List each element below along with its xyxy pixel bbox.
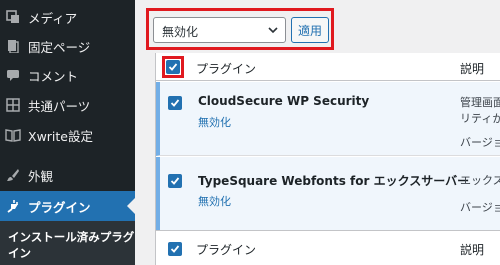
blocks-icon [4, 96, 22, 114]
plugin-version: バージョ [460, 201, 500, 214]
sidebar-item-label: プラグイン [28, 199, 91, 215]
column-footer-plugin[interactable]: プラグイン [196, 241, 256, 258]
book-icon [4, 126, 22, 144]
plugin-name: TypeSquare Webfonts for エックスサーバー [198, 174, 470, 188]
column-header-plugin[interactable]: プラグイン [196, 60, 256, 77]
plugin-version: バージョ [460, 136, 500, 149]
comment-icon [4, 66, 22, 84]
sidebar-item-label: Xwrite設定 [28, 128, 93, 144]
plugin-description: 管理画面 [460, 96, 500, 109]
submenu-installed-plugins[interactable]: インストール済みプラグイン [0, 221, 135, 265]
sidebar-item-appearance[interactable]: 外観 [0, 160, 135, 190]
sidebar-item-common-parts[interactable]: 共通パーツ [0, 90, 135, 120]
apply-button[interactable]: 適用 [291, 17, 329, 43]
bulk-action-selected: 無効化 [162, 25, 199, 39]
media-icon [4, 8, 22, 26]
sidebar-item-label: メディア [28, 10, 78, 26]
plugin-description: エックス [460, 174, 500, 187]
active-indicator [127, 198, 135, 214]
row-checkbox[interactable] [168, 96, 182, 110]
admin-sidebar: メディア 固定ページ コメント 共通パーツ Xwrite設定 外観 プラグイン … [0, 0, 135, 265]
sidebar-item-label: 外観 [28, 168, 54, 184]
plugins-table: プラグイン 説明 CloudSecure WP Security 無効化 管理画… [155, 53, 500, 265]
sidebar-item-xwrite-settings[interactable]: Xwrite設定 [0, 120, 135, 150]
sidebar-item-label: 固定ページ [28, 39, 91, 55]
sidebar-item-media[interactable]: メディア [0, 2, 135, 32]
sidebar-item-pages[interactable]: 固定ページ [0, 31, 135, 61]
table-header: プラグイン 説明 [156, 53, 500, 81]
select-all-checkbox[interactable] [166, 60, 180, 74]
row-checkbox[interactable] [168, 174, 182, 188]
deactivate-link[interactable]: 無効化 [198, 193, 231, 209]
plugin-name: CloudSecure WP Security [198, 94, 370, 108]
column-header-description: 説明 [460, 62, 485, 76]
bulk-action-select[interactable]: 無効化 [153, 17, 286, 43]
plugin-description: リティか [460, 112, 500, 125]
chevron-down-icon [267, 24, 279, 39]
table-footer: プラグイン 説明 [156, 230, 500, 265]
deactivate-link[interactable]: 無効化 [198, 114, 231, 130]
column-footer-description: 説明 [460, 243, 485, 257]
sidebar-item-label: 共通パーツ [28, 98, 91, 114]
page-icon [4, 37, 22, 55]
sidebar-item-plugins[interactable]: プラグイン [0, 191, 135, 221]
table-row: CloudSecure WP Security 無効化 管理画面 リティか バー… [156, 82, 500, 156]
sidebar-item-label: コメント [28, 68, 79, 84]
select-all-checkbox-footer[interactable] [168, 242, 182, 256]
brush-icon [4, 166, 22, 184]
plugin-icon [4, 197, 22, 215]
table-row: TypeSquare Webfonts for エックスサーバー 無効化 エック… [156, 157, 500, 230]
sidebar-item-comments[interactable]: コメント [0, 60, 135, 90]
